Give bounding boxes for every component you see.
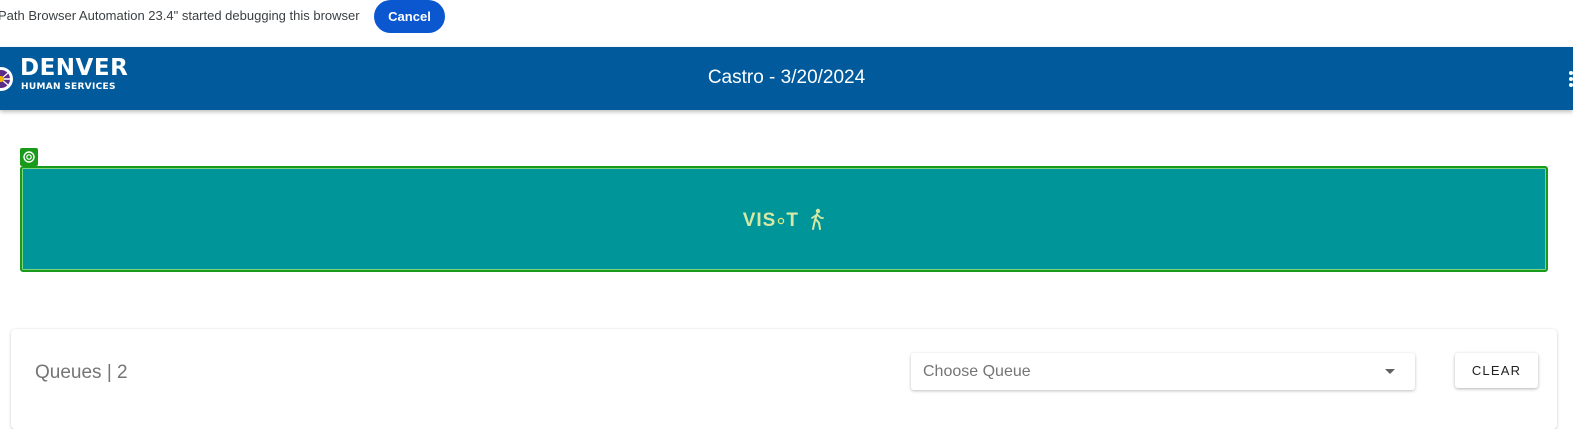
debug-infobar: Path Browser Automation 23.4" started de… bbox=[0, 0, 1573, 47]
more-vert-icon[interactable] bbox=[1567, 71, 1573, 87]
visit-label-prefix: VIS bbox=[742, 210, 777, 231]
choose-queue-placeholder: Choose Queue bbox=[923, 363, 1031, 380]
visit-label-suffix: T bbox=[786, 210, 799, 231]
queues-title: Queues | 2 bbox=[35, 362, 128, 383]
visit-button[interactable]: VIS T bbox=[20, 166, 1548, 272]
target-dot-icon bbox=[778, 217, 785, 225]
page-title: Castro - 3/20/2024 bbox=[707, 67, 866, 88]
walking-person-icon bbox=[811, 208, 825, 230]
debug-message: Path Browser Automation 23.4" started de… bbox=[0, 8, 360, 23]
target-icon bbox=[20, 148, 38, 166]
choose-queue-select[interactable]: Choose Queue bbox=[911, 353, 1415, 390]
app-header: DENVER HUMAN SERVICES Castro - 3/20/2024 bbox=[0, 47, 1573, 110]
queues-card: Queues | 2 Choose Queue CLEAR bbox=[11, 329, 1557, 429]
caret-down-icon bbox=[1385, 369, 1395, 374]
cancel-debugging-button[interactable]: Cancel bbox=[374, 0, 445, 33]
clear-button[interactable]: CLEAR bbox=[1455, 353, 1538, 388]
visit-label: VIS T bbox=[22, 208, 1546, 233]
